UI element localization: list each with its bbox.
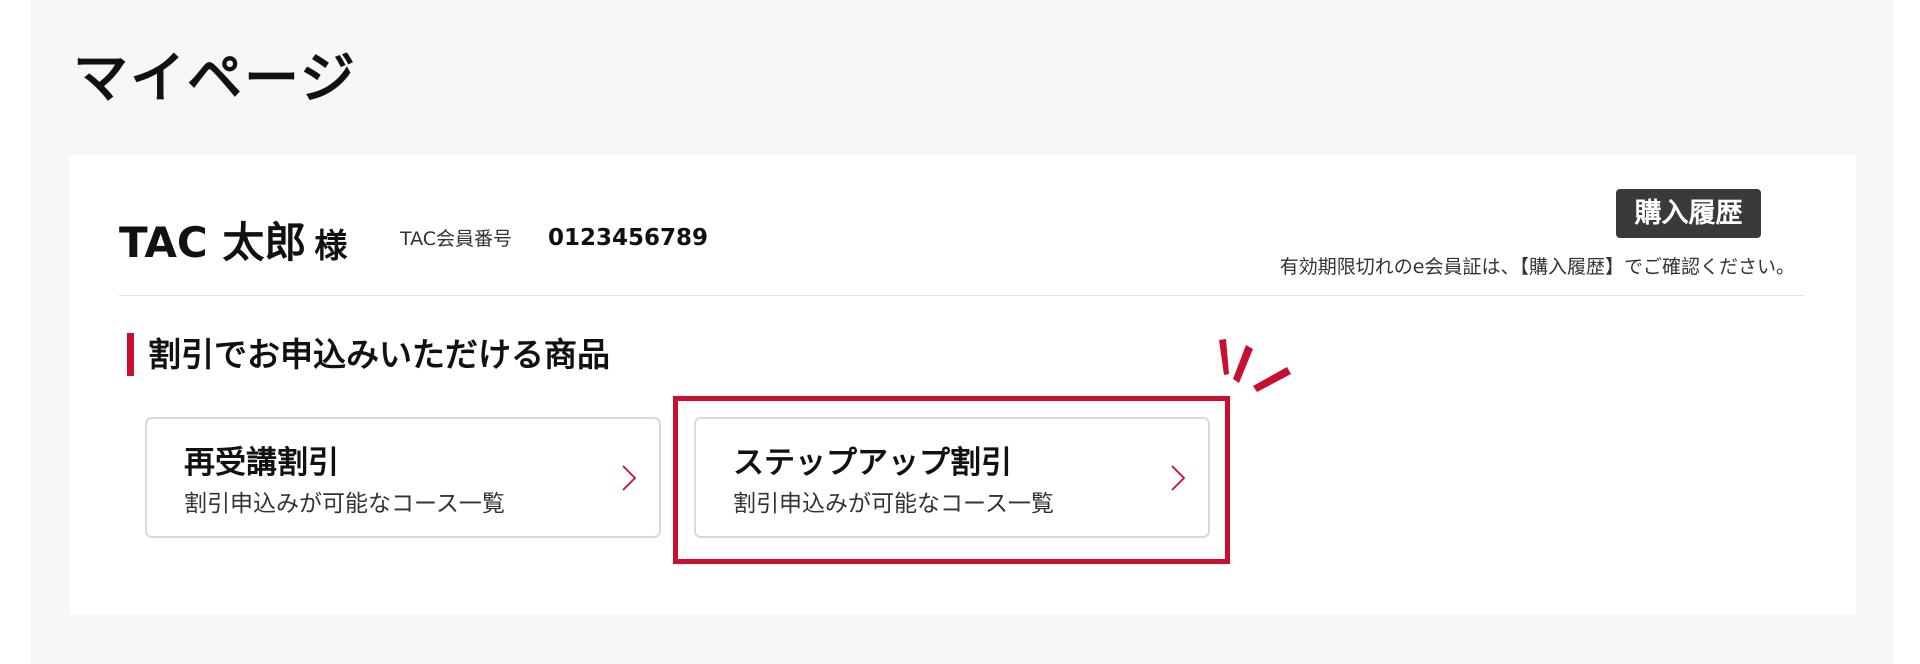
- page-title: マイページ: [73, 46, 357, 110]
- user-name-text: TAC 太郎: [119, 218, 307, 267]
- purchase-history-button[interactable]: 購入履歴: [1616, 189, 1761, 238]
- section-title: 割引でお申込みいただける商品: [148, 335, 610, 374]
- user-honorific: 様: [314, 226, 348, 265]
- emphasis-burst-icon: [1219, 339, 1291, 392]
- chevron-right-icon: [622, 465, 637, 491]
- discount-card-subtitle: 割引申込みが可能なコース一覧: [184, 491, 505, 517]
- user-name: TAC 太郎様: [119, 215, 347, 274]
- section-accent-bar: [127, 333, 134, 376]
- highlight-frame: [673, 396, 1230, 564]
- member-number-label: TAC会員番号: [400, 228, 513, 250]
- retake-discount-card[interactable]: 再受講割引 割引申込みが可能なコース一覧: [145, 417, 661, 538]
- discount-card-title: 再受講割引: [184, 445, 339, 481]
- purchase-history-note: 有効期限切れのe会員証は、【購入履歴】でご確認ください。: [1279, 256, 1795, 278]
- divider: [119, 295, 1804, 296]
- member-number: 0123456789: [548, 225, 709, 251]
